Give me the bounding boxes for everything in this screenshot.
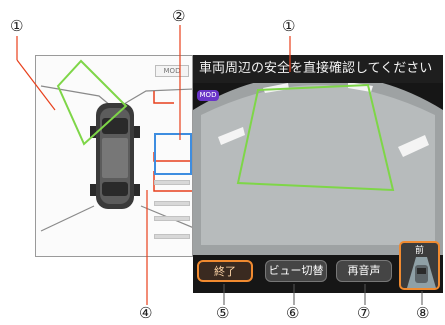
- side-marker: [154, 180, 190, 185]
- highlight-region: [154, 133, 192, 175]
- top-down-graphic: [40, 59, 192, 232]
- replay-voice-button[interactable]: 再音声: [336, 260, 392, 282]
- mod-badge: MOD: [197, 90, 219, 101]
- callout-1-left: ①: [10, 17, 24, 35]
- callout-5: ⑤: [216, 304, 230, 322]
- callout-4: ④: [139, 304, 153, 322]
- callout-6: ⑥: [286, 304, 300, 322]
- side-marker: [154, 216, 190, 221]
- callout-2: ②: [172, 7, 186, 25]
- mod-indicator: MOD: [155, 65, 189, 77]
- callout-7: ⑦: [357, 304, 371, 322]
- view-switch-button[interactable]: ビュー切替: [265, 260, 327, 282]
- side-marker: [154, 234, 190, 239]
- vehicle-icon: [90, 103, 140, 209]
- callout-8: ⑧: [416, 304, 430, 322]
- callout-1-right: ①: [282, 17, 296, 35]
- end-button[interactable]: 終了: [197, 260, 253, 282]
- mini-button-label: 前: [414, 246, 424, 256]
- side-marker: [154, 201, 190, 206]
- view-select-button[interactable]: 前: [399, 241, 440, 290]
- top-down-view: MOD: [35, 55, 193, 257]
- safety-message: 車両周辺の安全を直接確認してください: [193, 55, 443, 83]
